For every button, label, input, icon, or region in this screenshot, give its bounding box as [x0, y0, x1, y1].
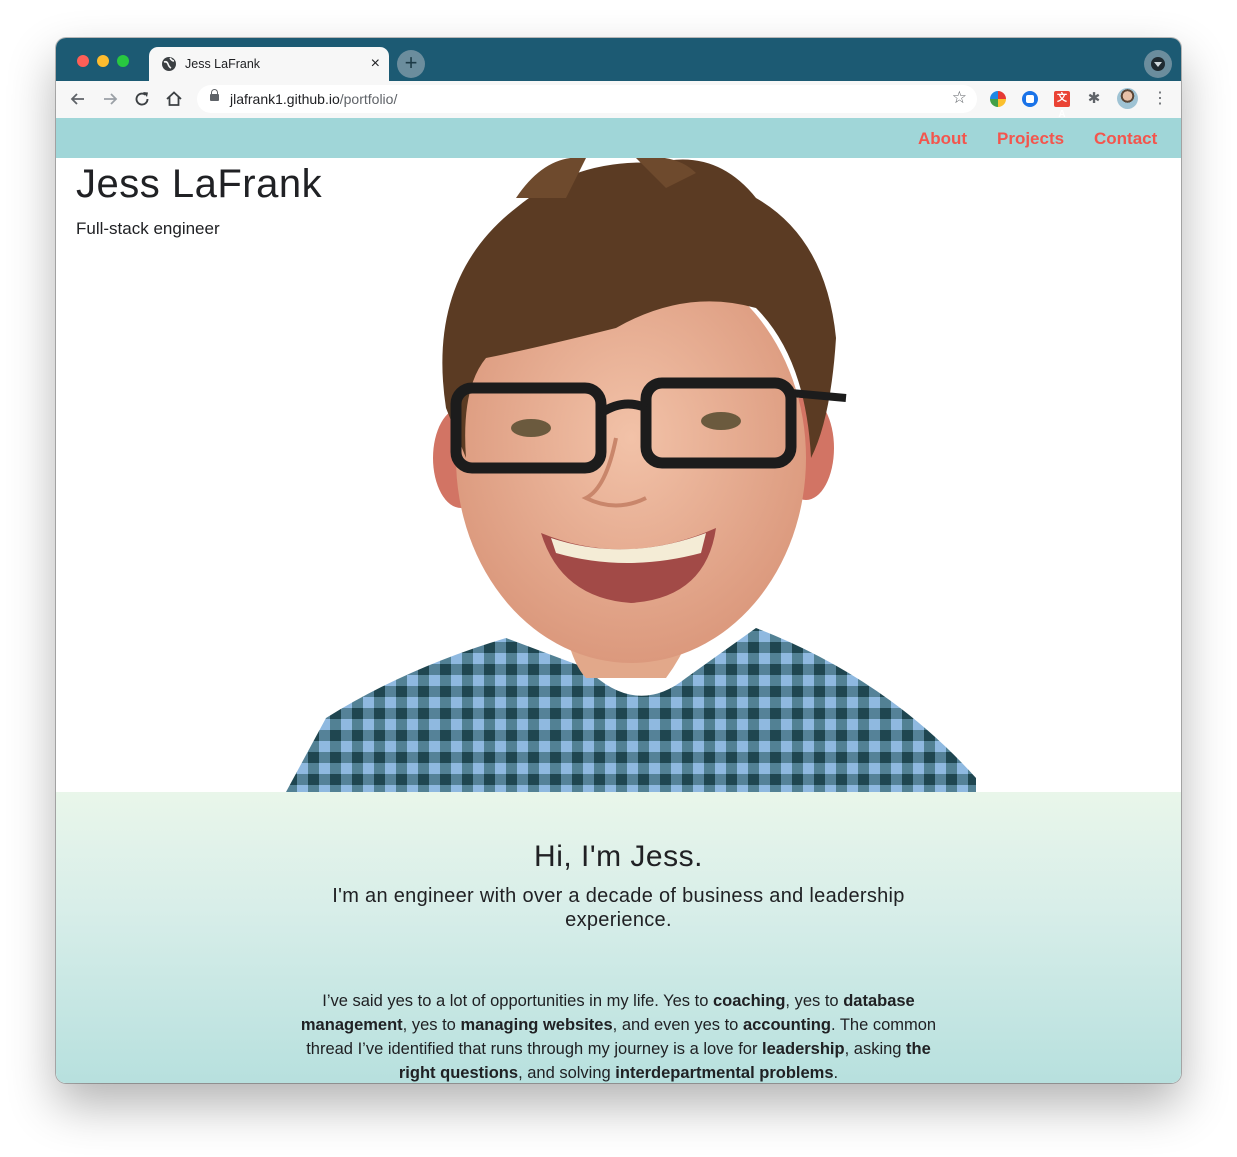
intro-text: , asking [844, 1039, 907, 1058]
intro-section: Hi, I'm Jess. I'm an engineer with over … [56, 792, 1181, 1083]
intro-emphasis: interdepartmental problems [615, 1063, 834, 1082]
browser-window: Jess LaFrank × + jlafrank1.github.io/por… [56, 38, 1181, 1083]
translate-extension-icon[interactable]: 文A [1054, 91, 1070, 120]
intro-text: I’ve said yes to a lot of opportunities … [322, 991, 713, 1010]
intro-text: , and even yes to [612, 1015, 743, 1034]
intro-emphasis: leadership [762, 1039, 845, 1058]
close-window-button[interactable] [77, 55, 89, 67]
browser-toolbar: jlafrank1.github.io/portfolio/ ☆ 文A ✱ ⋮ [56, 81, 1181, 120]
nav-projects-link[interactable]: Projects [997, 129, 1064, 149]
address-bar[interactable]: jlafrank1.github.io/portfolio/ ☆ [197, 85, 977, 113]
intro-paragraph: I’ve said yes to a lot of opportunities … [286, 989, 951, 1084]
extensions-puzzle-icon[interactable]: ✱ [1086, 91, 1102, 107]
tab-strip: Jess LaFrank × + [56, 38, 1181, 81]
blue-extension-icon[interactable] [1022, 91, 1038, 107]
hero-section: Jess LaFrank Full-stack engineer [56, 158, 1181, 792]
url-host: jlafrank1.github.io [230, 91, 340, 107]
close-tab-icon[interactable]: × [371, 54, 380, 74]
browser-tab[interactable]: Jess LaFrank × [149, 47, 389, 81]
globe-icon [162, 57, 176, 71]
menu-kebab-icon[interactable]: ⋮ [1152, 89, 1168, 109]
tab-title: Jess LaFrank [185, 57, 261, 71]
intro-text: , yes to [402, 1015, 461, 1034]
new-tab-button[interactable]: + [397, 50, 425, 78]
intro-subheading: I'm an engineer with over a decade of bu… [332, 885, 905, 931]
intro-emphasis: managing websites [460, 1015, 613, 1034]
minimize-window-button[interactable] [97, 55, 109, 67]
intro-text: , and solving [518, 1063, 616, 1082]
intro-emphasis: accounting [742, 1015, 831, 1034]
lock-icon [210, 89, 219, 101]
color-picker-extension-icon[interactable] [990, 91, 1006, 107]
intro-emphasis: coaching [712, 991, 786, 1010]
portrait-photo [286, 158, 976, 792]
url-text[interactable]: jlafrank1.github.io/portfolio/ [230, 91, 397, 107]
nav-contact-link[interactable]: Contact [1094, 129, 1157, 149]
site-tagline: Full-stack engineer [76, 219, 220, 238]
nav-about-link[interactable]: About [918, 129, 967, 149]
chevron-down-icon [1154, 62, 1162, 67]
site-title: Jess LaFrank [76, 162, 323, 206]
intro-text: . [833, 1063, 839, 1082]
reload-icon[interactable] [132, 89, 152, 109]
profile-avatar[interactable] [1117, 88, 1138, 109]
forward-icon[interactable] [100, 89, 120, 109]
intro-text: , yes to [785, 991, 844, 1010]
url-path: /portfolio/ [339, 91, 398, 107]
home-icon[interactable] [164, 89, 184, 109]
star-icon[interactable]: ☆ [952, 88, 967, 108]
maximize-window-button[interactable] [117, 55, 129, 67]
intro-heading: Hi, I'm Jess. [534, 840, 703, 873]
tab-search-button[interactable] [1144, 50, 1172, 78]
site-nav: About Projects Contact [56, 118, 1181, 158]
web-page: About Projects Contact Jess LaFrank Full… [56, 118, 1181, 1083]
back-icon[interactable] [68, 89, 88, 109]
